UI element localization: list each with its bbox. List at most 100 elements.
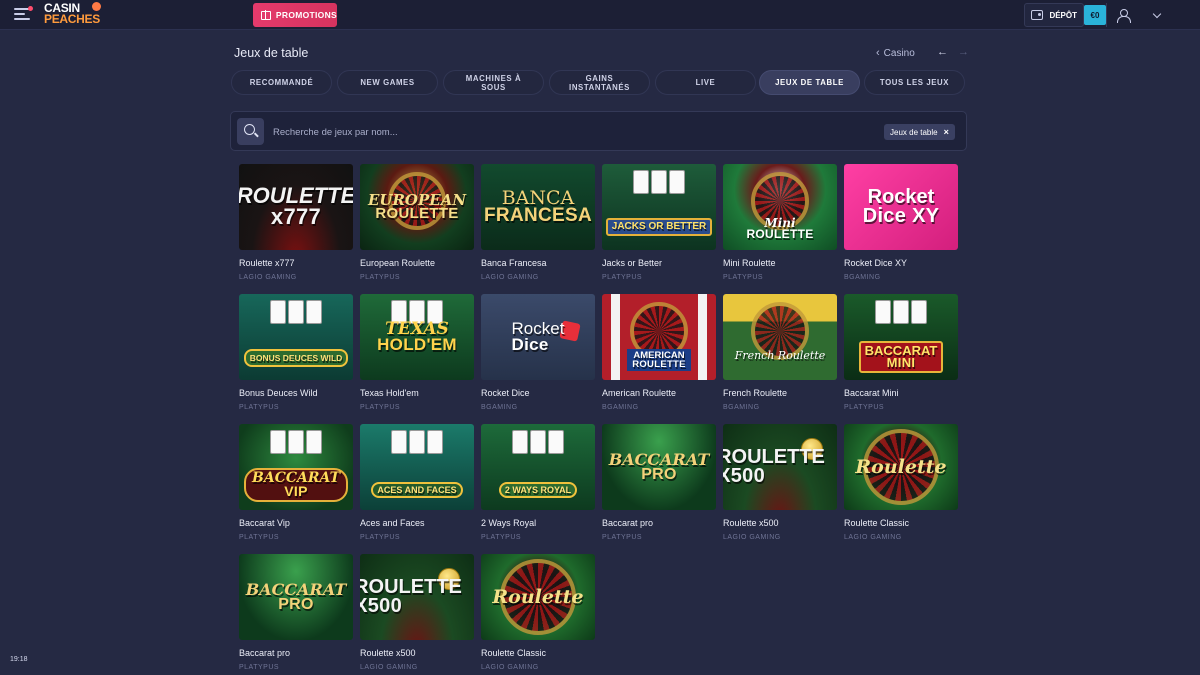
game-title[interactable]: 2 Ways Royal: [481, 518, 595, 528]
search-button[interactable]: [237, 118, 264, 145]
game-thumbnail[interactable]: Roulette: [481, 554, 595, 640]
game-title[interactable]: Roulette x500: [723, 518, 837, 528]
deposit-button[interactable]: DÉPÔT: [1024, 3, 1084, 27]
game-card[interactable]: AMERICAN ROULETTE American Roulette BGAMING: [602, 294, 716, 411]
game-thumbnail[interactable]: BANCA FRANCESA: [481, 164, 595, 250]
game-thumbnail[interactable]: ACES AND FACES: [360, 424, 474, 510]
game-thumbnail[interactable]: AMERICAN ROULETTE: [602, 294, 716, 380]
game-title[interactable]: Bonus Deuces Wild: [239, 388, 353, 398]
game-thumbnail[interactable]: Mini ROULETTE: [723, 164, 837, 250]
arrow-right-icon[interactable]: →: [958, 46, 969, 58]
game-title[interactable]: French Roulette: [723, 388, 837, 398]
game-art-subtext: PRO: [278, 596, 314, 613]
game-thumbnail[interactable]: ROULETTE X500: [360, 554, 474, 640]
game-art-text: BONUS DEUCES WILD: [249, 352, 343, 363]
game-thumbnail[interactable]: Rocket Dice XY: [844, 164, 958, 250]
game-card[interactable]: ROULETTE X500 Roulette x500 LAGIO GAMING: [723, 424, 837, 541]
game-provider: LAGIO GAMING: [723, 534, 781, 541]
game-card[interactable]: Roulette Roulette Classic LAGIO GAMING: [844, 424, 958, 541]
playing-cards-icon: [512, 430, 564, 454]
game-title[interactable]: Aces and Faces: [360, 518, 474, 528]
game-card[interactable]: BONUS DEUCES WILD Bonus Deuces Wild PLATYP…: [239, 294, 353, 411]
game-card[interactable]: BANCA FRANCESA Banca Francesa LAGIO GAMING: [481, 164, 595, 281]
tab-live[interactable]: LIVE: [655, 70, 756, 95]
game-card[interactable]: Rocket Dice Rocket Dice BGAMING: [481, 294, 595, 411]
game-thumbnail[interactable]: ROULETTE x777: [239, 164, 353, 250]
search-input[interactable]: [273, 120, 873, 144]
top-bar: CASIN PEACHES PROMOTIONS DÉPÔT €0: [0, 0, 1200, 30]
gift-icon: [261, 10, 271, 20]
game-provider: PLATYPUS: [602, 274, 643, 281]
game-thumbnail[interactable]: ROULETTE X500: [723, 424, 837, 510]
game-card[interactable]: BACCARAT VIP Baccarat Vip PLATYPUS: [239, 424, 353, 541]
game-card[interactable]: Mini ROULETTE Mini Roulette PLATYPUS: [723, 164, 837, 281]
user-menu-button[interactable]: [1106, 3, 1170, 27]
game-card[interactable]: ACES AND FACES Aces and Faces PLATYPUS: [360, 424, 474, 541]
filter-chip-jeux-de-table[interactable]: Jeux de table ×: [884, 124, 955, 140]
game-card[interactable]: BACCARAT PRO Baccarat pro PLATYPUS: [602, 424, 716, 541]
game-thumbnail[interactable]: JACKS OR BETTER: [602, 164, 716, 250]
game-card[interactable]: TEXAS HOLD'EM Texas Hold'em PLATYPUS: [360, 294, 474, 411]
game-art-subtext: HOLD'EM: [377, 335, 457, 354]
game-art-subtext: X500: [723, 465, 766, 487]
game-provider: PLATYPUS: [723, 274, 764, 281]
game-card[interactable]: JACKS OR BETTER Jacks or Better PLATYPUS: [602, 164, 716, 281]
tab-gains-instantanes[interactable]: GAINS INSTANTANÉS: [549, 70, 650, 95]
game-title[interactable]: American Roulette: [602, 388, 716, 398]
game-card[interactable]: ROULETTE x777 Roulette x777 LAGIO GAMING: [239, 164, 353, 281]
menu-icon[interactable]: [14, 6, 33, 22]
arrow-left-icon[interactable]: ←: [937, 46, 948, 58]
game-art-subtext: PRO: [641, 466, 677, 483]
game-card[interactable]: EUROPEAN ROULETTE European Roulette PLATYPU…: [360, 164, 474, 281]
tab-tous-les-jeux[interactable]: TOUS LES JEUX: [864, 70, 965, 95]
tab-jeux-de-table[interactable]: JEUX DE TABLE: [759, 70, 860, 95]
close-icon[interactable]: ×: [944, 127, 949, 137]
game-card[interactable]: BACCARAT PRO Baccarat pro PLATYPUS: [239, 554, 353, 671]
game-thumbnail[interactable]: French Roulette: [723, 294, 837, 380]
game-thumbnail[interactable]: BACCARAT VIP: [239, 424, 353, 510]
tab-machines-a-sous[interactable]: MACHINES À SOUS: [443, 70, 544, 95]
game-card[interactable]: ROULETTE X500 Roulette x500 LAGIO GAMING: [360, 554, 474, 671]
game-title[interactable]: Rocket Dice: [481, 388, 595, 398]
game-card[interactable]: 2 WAYS ROYAL 2 Ways Royal PLATYPUS: [481, 424, 595, 541]
game-title[interactable]: Mini Roulette: [723, 258, 837, 268]
game-thumbnail[interactable]: BACCARAT PRO: [239, 554, 353, 640]
game-thumbnail[interactable]: BONUS DEUCES WILD: [239, 294, 353, 380]
game-art-title: BACCARAT MINI: [858, 340, 944, 374]
game-art-text: JACKS OR BETTER: [611, 221, 707, 233]
game-title[interactable]: Rocket Dice XY: [844, 258, 958, 268]
game-card[interactable]: Rocket Dice XY Rocket Dice XY BGAMING: [844, 164, 958, 281]
game-title[interactable]: Baccarat Mini: [844, 388, 958, 398]
game-title[interactable]: Banca Francesa: [481, 258, 595, 268]
casino-peaches-logo[interactable]: CASIN PEACHES: [44, 2, 101, 25]
game-title[interactable]: Roulette Classic: [844, 518, 958, 528]
promotions-button[interactable]: PROMOTIONS: [253, 3, 337, 27]
game-art-text: French Roulette: [734, 348, 826, 362]
game-title[interactable]: Jacks or Better: [602, 258, 716, 268]
game-thumbnail[interactable]: Roulette: [844, 424, 958, 510]
game-title[interactable]: Baccarat pro: [602, 518, 716, 528]
game-card[interactable]: Roulette Roulette Classic LAGIO GAMING: [481, 554, 595, 671]
game-title[interactable]: Baccarat Vip: [239, 518, 353, 528]
game-thumbnail[interactable]: Rocket Dice: [481, 294, 595, 380]
game-title[interactable]: Roulette x777: [239, 258, 353, 268]
game-thumbnail[interactable]: TEXAS HOLD'EM: [360, 294, 474, 380]
game-card[interactable]: French Roulette French Roulette BGAMING: [723, 294, 837, 411]
tab-new-games[interactable]: NEW GAMES: [337, 70, 438, 95]
game-thumbnail[interactable]: EUROPEAN ROULETTE: [360, 164, 474, 250]
game-title[interactable]: European Roulette: [360, 258, 474, 268]
game-title[interactable]: Baccarat pro: [239, 648, 353, 658]
game-title[interactable]: Texas Hold'em: [360, 388, 474, 398]
game-thumbnail[interactable]: BACCARAT PRO: [602, 424, 716, 510]
game-card[interactable]: BACCARAT MINI Baccarat Mini PLATYPUS: [844, 294, 958, 411]
game-art-title: ROULETTE X500: [723, 447, 837, 487]
balance-badge[interactable]: €0: [1084, 5, 1106, 25]
tab-recommande[interactable]: RECOMMANDÉ: [231, 70, 332, 95]
game-art-title: ACES AND FACES: [371, 481, 463, 499]
game-art-title: TEXAS HOLD'EM: [373, 320, 461, 354]
game-title[interactable]: Roulette Classic: [481, 648, 595, 658]
game-thumbnail[interactable]: 2 WAYS ROYAL: [481, 424, 595, 510]
game-title[interactable]: Roulette x500: [360, 648, 474, 658]
game-thumbnail[interactable]: BACCARAT MINI: [844, 294, 958, 380]
breadcrumb-back-casino[interactable]: ‹ Casino: [876, 47, 915, 59]
